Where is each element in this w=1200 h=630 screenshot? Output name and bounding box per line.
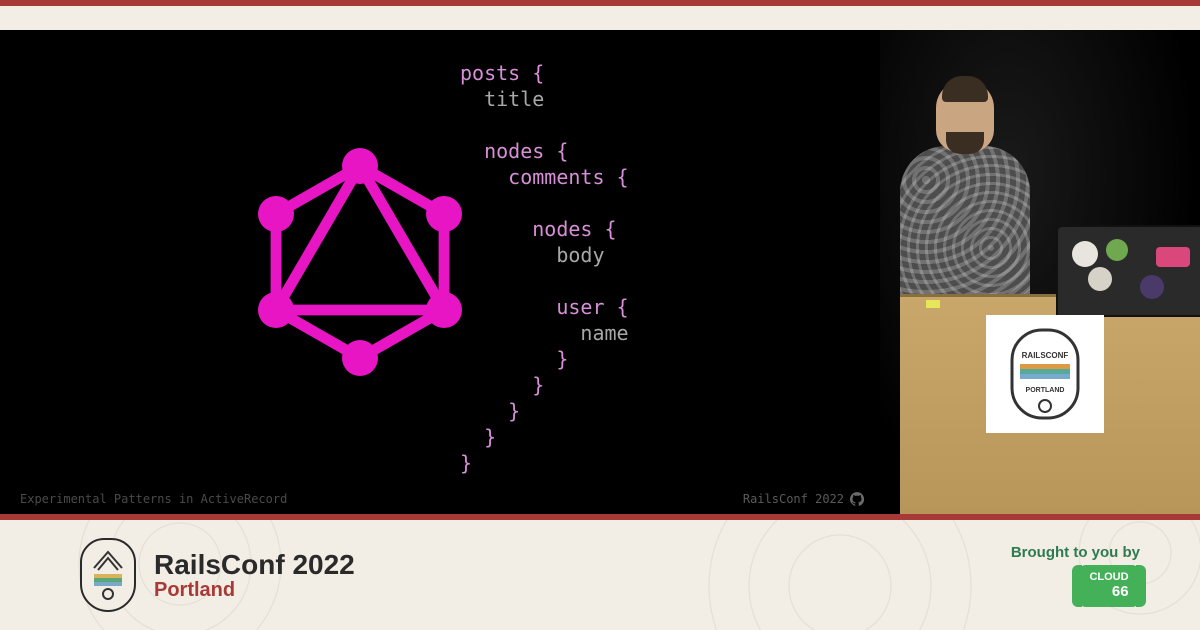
github-icon <box>850 492 864 506</box>
sponsor-block: Brought to you by CLOUD 66 <box>1011 544 1140 607</box>
laptop-sticker <box>1106 239 1128 261</box>
graphql-logo-icon <box>240 142 480 382</box>
conference-logo-icon <box>80 538 136 612</box>
speaker-torso <box>900 146 1030 316</box>
laptop-lid <box>1056 225 1200 317</box>
sponsor-logo-badge: CLOUD 66 <box>1078 565 1140 607</box>
conference-branding: RailsConf 2022 Portland <box>80 538 355 612</box>
podium-sign: RAILSCONF PORTLAND <box>986 315 1104 433</box>
podium-sign-location: PORTLAND <box>1026 387 1065 394</box>
sponsor-number: 66 <box>1089 583 1128 600</box>
slide-footer-talk-title: Experimental Patterns in ActiveRecord <box>20 492 287 506</box>
main-content-row: posts { title nodes { comments { nodes {… <box>0 30 1200 514</box>
header-strip <box>0 6 1200 30</box>
graphql-query-code: posts { title nodes { comments { nodes {… <box>460 60 629 476</box>
laptop-sticker <box>1072 241 1098 267</box>
slide-footer-conf-text: RailsConf 2022 <box>743 492 844 506</box>
laptop-sticker <box>1140 275 1164 299</box>
conference-title: RailsConf 2022 <box>154 549 355 581</box>
tape-marker <box>926 300 940 308</box>
podium-sign-title: RAILSCONF <box>1022 351 1069 360</box>
sponsor-leadin: Brought to you by <box>1011 544 1140 561</box>
sponsor-name: CLOUD <box>1089 571 1128 583</box>
footer-bar: RailsConf 2022 Portland Brought to you b… <box>0 520 1200 630</box>
speaker-head <box>936 80 994 152</box>
laptop-sticker <box>1088 267 1112 291</box>
slide-footer-conf: RailsConf 2022 <box>743 492 864 506</box>
conference-location: Portland <box>154 579 355 602</box>
podium: RAILSCONF PORTLAND <box>900 294 1200 514</box>
speaker-camera-panel: RAILSCONF PORTLAND <box>880 30 1200 514</box>
presentation-slide: posts { title nodes { comments { nodes {… <box>0 30 880 514</box>
laptop-sticker <box>1156 247 1190 267</box>
